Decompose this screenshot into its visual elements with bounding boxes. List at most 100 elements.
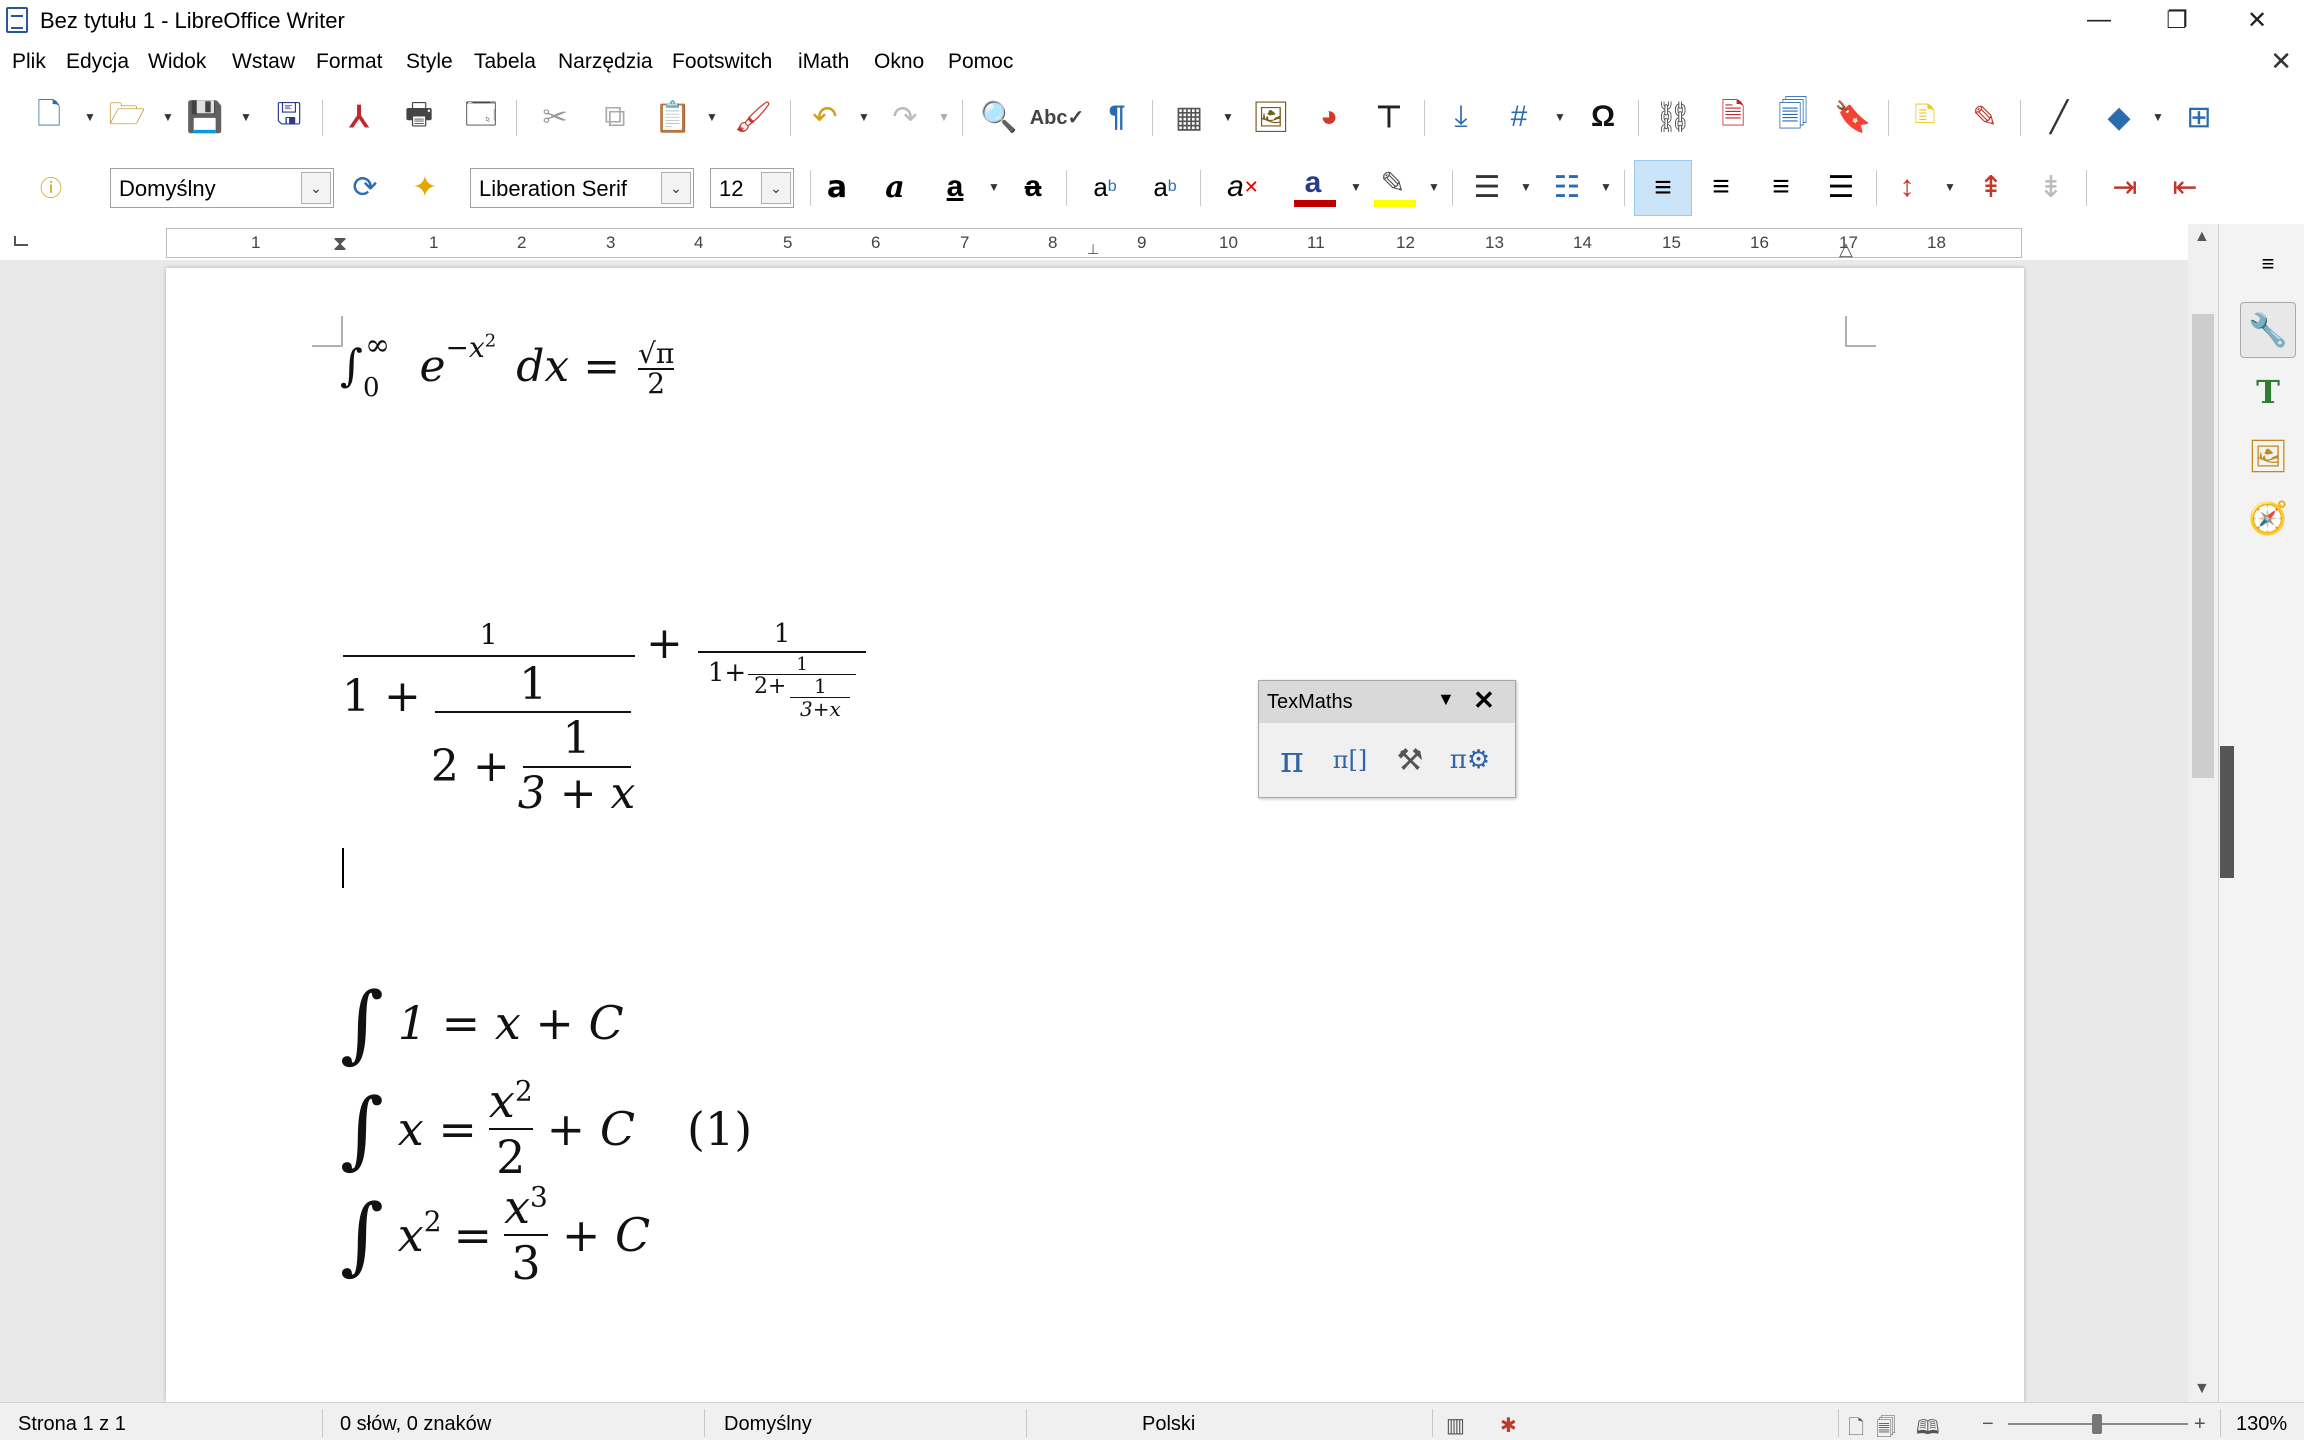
image-icon[interactable]: 🖼 (1250, 96, 1292, 138)
font-name-select[interactable]: Liberation Serif ⌄ (470, 168, 694, 208)
pilcrow-icon[interactable]: ¶ (1096, 96, 1138, 138)
align-right-icon[interactable]: ≡ (1760, 166, 1802, 208)
decrease-paragraph-spacing-icon[interactable]: ⇟ (2030, 166, 2072, 208)
scroll-up-icon[interactable]: ▲ (2194, 228, 2210, 246)
menu-plik[interactable]: Plik (12, 50, 46, 74)
field-dropdown[interactable]: ▼ (1554, 110, 1566, 124)
word-count[interactable]: 0 słów, 0 znaków (340, 1413, 491, 1436)
menu-footswitch[interactable]: Footswitch (672, 50, 772, 74)
paste-dropdown[interactable]: ▼ (706, 110, 718, 124)
page-style[interactable]: Domyślny (724, 1413, 812, 1436)
navigator-icon[interactable]: 🧭 (2240, 490, 2296, 546)
align-left-icon[interactable]: ≡ (1634, 160, 1692, 216)
restore-button[interactable]: ❐ (2142, 0, 2212, 40)
undo-icon[interactable]: ↶ (804, 96, 846, 138)
find-icon[interactable]: 🔍 (978, 96, 1020, 138)
texmaths-tools-button[interactable]: ⚒ (1385, 735, 1435, 785)
line-icon[interactable]: ╱ (2038, 96, 2080, 138)
menu-tabela[interactable]: Tabela (474, 50, 536, 74)
preview-icon[interactable]: 🗔 (460, 96, 502, 138)
increase-paragraph-spacing-icon[interactable]: ⇞ (1970, 166, 2012, 208)
redo-dropdown[interactable]: ▼ (938, 110, 950, 124)
styles-icon[interactable]: T (2240, 364, 2296, 420)
menu-edycja[interactable]: Edycja (66, 50, 129, 74)
menu-imath[interactable]: iMath (798, 50, 849, 74)
highlight-dropdown[interactable]: ▼ (1428, 180, 1440, 194)
clear-formatting-icon[interactable]: a ✕ (1222, 166, 1264, 208)
highlight-icon[interactable]: ✎ (1372, 162, 1414, 204)
table-icon[interactable]: ▦ (1168, 96, 1210, 138)
zoom-out-icon[interactable]: − (1982, 1413, 1994, 1436)
insert-mode-icon[interactable]: ▥ (1446, 1413, 1465, 1438)
italic-icon[interactable]: a (874, 166, 916, 208)
close-button[interactable]: ✕ (2222, 0, 2292, 40)
sidebar-collapse-handle[interactable] (2220, 746, 2234, 878)
right-indent-marker[interactable]: △ (1839, 239, 1853, 260)
open-dropdown[interactable]: ▼ (162, 110, 174, 124)
document-modified-icon[interactable]: ✱ (1500, 1413, 1517, 1438)
subscript-icon[interactable]: ab (1144, 166, 1186, 208)
copy-icon[interactable]: ⧉ (594, 96, 636, 138)
numbered-list-icon[interactable]: ☷ (1546, 166, 1588, 208)
single-page-view-icon[interactable]: 🗋 (1848, 1413, 1864, 1440)
font-size-select[interactable]: 12 ⌄ (710, 168, 794, 208)
properties-icon[interactable]: 🔧 (2240, 302, 2296, 358)
shapes-icon[interactable]: ◆ (2098, 96, 2140, 138)
table-dropdown[interactable]: ▼ (1222, 110, 1234, 124)
menu-widok[interactable]: Widok (148, 50, 206, 74)
omega-icon[interactable]: Ω (1582, 96, 1624, 138)
superscript-icon[interactable]: ab (1084, 166, 1126, 208)
texmaths-close-icon[interactable]: ✕ (1473, 685, 1495, 716)
numbered-list-dropdown[interactable]: ▼ (1600, 180, 1612, 194)
texmaths-numbered-equation-button[interactable]: π[] (1325, 735, 1375, 785)
chart-icon[interactable]: ◕ (1308, 96, 1350, 138)
horizontal-ruler[interactable]: 1 1 2 3 4 5 6 7 8 9 10 11 12 13 14 15 16… (166, 228, 2022, 260)
line-spacing-dropdown[interactable]: ▼ (1944, 180, 1956, 194)
gallery-icon[interactable]: 🖼 (2240, 428, 2296, 484)
save-dropdown[interactable]: ▼ (240, 110, 252, 124)
hyperlink-icon[interactable]: ⛓ (1652, 96, 1694, 138)
underline-dropdown[interactable]: ▼ (988, 180, 1000, 194)
vertical-scrollbar[interactable]: ▲ ▼ (2188, 224, 2218, 1402)
menu-wstaw[interactable]: Wstaw (232, 50, 295, 74)
style-inspector-icon[interactable]: ⓘ (30, 166, 72, 208)
basic-shapes-icon[interactable]: ⊞ (2178, 96, 2220, 138)
sidebar-menu-icon[interactable]: ≡ (2240, 236, 2296, 292)
menu-narzedzia[interactable]: Narzędzia (558, 50, 653, 74)
menu-format[interactable]: Format (316, 50, 383, 74)
line-spacing-icon[interactable]: ↕ (1886, 166, 1928, 208)
equation-gaussian-integral[interactable]: ∫0 ∞ e−x2 dx = √π 2 (340, 330, 675, 401)
page-count[interactable]: Strona 1 z 1 (18, 1413, 126, 1436)
zoom-level[interactable]: 130% (2236, 1413, 2287, 1436)
bullet-list-dropdown[interactable]: ▼ (1520, 180, 1532, 194)
underline-icon[interactable]: a (934, 166, 976, 208)
book-view-icon[interactable]: 🕮 (1916, 1413, 1940, 1440)
strikethrough-icon[interactable]: a (1012, 166, 1054, 208)
bookmark-icon[interactable]: 🔖 (1832, 96, 1874, 138)
texmaths-settings-button[interactable]: π⚙ (1445, 735, 1495, 785)
texmaths-equation-button[interactable]: π (1267, 735, 1317, 785)
paragraph-style-select[interactable]: Domyślny ⌄ (110, 168, 334, 208)
equation-continued-fraction[interactable]: 1 1 + 1 2 + 1 3 + x + 1 1+ 1 2+ 1 3+x (342, 619, 866, 818)
paste-icon[interactable]: 📋 (652, 96, 694, 138)
menu-style[interactable]: Style (406, 50, 453, 74)
chevron-down-icon[interactable]: ⌄ (761, 172, 791, 204)
track-changes-icon[interactable]: ✎ (1964, 96, 2006, 138)
scrollbar-thumb[interactable] (2192, 314, 2214, 778)
bullet-list-icon[interactable]: ☰ (1466, 166, 1508, 208)
texmaths-toolbar[interactable]: TexMaths ▼ ✕ π π[] ⚒ π⚙ (1258, 680, 1516, 798)
zoom-slider-handle[interactable] (2092, 1414, 2102, 1434)
field-icon[interactable]: # (1498, 96, 1540, 138)
print-icon[interactable]: 🖶 (398, 96, 440, 138)
save-all-icon[interactable]: 🖫 (268, 96, 310, 138)
font-color-icon[interactable]: a (1292, 162, 1334, 204)
minimize-button[interactable]: — (2064, 0, 2134, 40)
align-center-icon[interactable]: ≡ (1700, 166, 1742, 208)
undo-dropdown[interactable]: ▼ (858, 110, 870, 124)
left-indent-marker[interactable]: ⧗ (333, 233, 347, 256)
save-icon[interactable]: 💾 (184, 96, 226, 138)
redo-icon[interactable]: ↷ (884, 96, 926, 138)
footnote-icon[interactable]: 🗎 (1712, 96, 1754, 138)
decrease-indent-icon[interactable]: ⇤ (2164, 166, 2206, 208)
spellcheck-icon[interactable]: Abc✓ (1030, 96, 1085, 138)
